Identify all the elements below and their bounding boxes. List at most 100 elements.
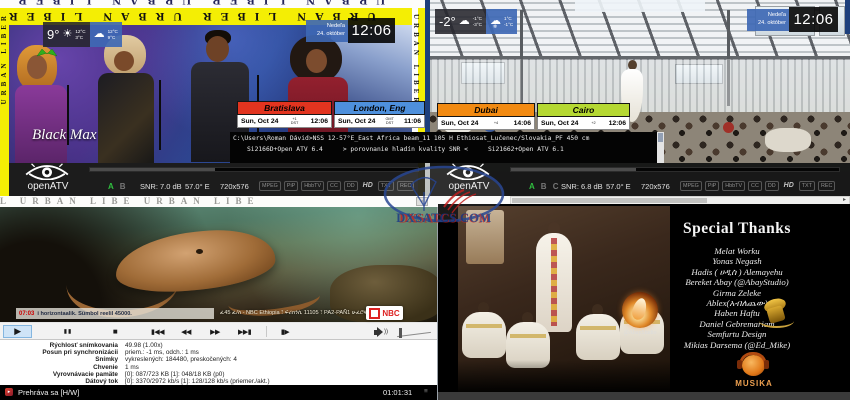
urban-strip-left: URBAN LIBER [0, 8, 9, 207]
musika-ear-right [764, 360, 769, 369]
performer-body [15, 85, 67, 163]
blackmax-channel-logo [36, 48, 58, 57]
performer-head [306, 49, 327, 73]
stat-label: Chvenie [0, 364, 125, 371]
city-time: 11:06 [404, 118, 421, 125]
player-toolbar: ▶ ▮▮ ■ ▮◀◀ ◀◀ ▶▶ ▶▶▮ ▮▶ )) [0, 322, 437, 340]
panel-openatv-left: URBAN LIBER URBAN LIBER URBAN LIBER URBA… [0, 0, 425, 207]
weekday: Nedeľa [750, 11, 786, 19]
badge-hbbtv: HbbTV [301, 181, 324, 191]
weekday: Nedeľa [309, 22, 345, 30]
musika-logo: MUSIKA [726, 352, 782, 394]
city-date: Sun, Oct 24 [441, 120, 478, 127]
city-name: Bratislava [237, 101, 332, 115]
tuner-indicators: A B C [529, 182, 561, 191]
play-button[interactable]: ▶ [3, 325, 32, 338]
orbital-position: 57.0° E [185, 182, 210, 191]
screenshot-root: URBAN LIBER URBAN LIBER URBAN LIBER URBA… [0, 0, 850, 400]
audience-group-white [765, 128, 811, 152]
sun-icon: ☀ [62, 29, 72, 40]
seated-woman-white [462, 302, 506, 360]
channel-title: Black Max [32, 127, 97, 144]
badge-dolby: DD [765, 181, 779, 191]
tz-dst: DST [385, 121, 393, 125]
tz-dst: DST [291, 121, 299, 125]
volume-speaker-icon[interactable]: )) [374, 327, 388, 337]
orbital-position: 57.0° E [606, 182, 631, 191]
volume-slider[interactable] [397, 332, 431, 337]
badge-hd: HD [782, 182, 796, 190]
performer-1 [15, 45, 75, 163]
panel-credits: Special Thanks Melat Worku Yonas Negash … [438, 204, 850, 400]
musika-headphones [739, 352, 767, 365]
stat-value: 1 ms [125, 364, 139, 371]
temp-now: 9° [47, 27, 59, 42]
scrollbar-strip[interactable] [845, 0, 850, 34]
window-edge-strip [425, 0, 430, 133]
city-date-row: Sun, Oct 24 +2 12:06 [537, 117, 630, 130]
city-date-row: Sun, Oct 24 +4 14:06 [437, 117, 535, 130]
badge-cc: CC [748, 181, 762, 191]
rewind-button[interactable]: ◀◀ [174, 325, 198, 338]
city-date-row: Sun, Oct 24 GMT DST 11:06 [334, 115, 425, 128]
bottom-taskbar-strip [438, 392, 850, 400]
tz-offset: +2 [591, 121, 595, 125]
hall-skylight [575, 0, 705, 12]
infobar-left: openATV A B SNR: 7.0 dB 57.0° E 720x576 … [9, 163, 425, 196]
credit-name: Hadis ( ሀዲስ ) Alemayehu [634, 267, 840, 277]
stat-label: Snímky [0, 356, 125, 363]
speaker-waves: )) [384, 329, 388, 335]
console-scrollbar[interactable] [657, 132, 664, 163]
console-scrollbar-thumb[interactable] [658, 133, 663, 142]
snr-value: SNR: 7.0 dB [140, 182, 182, 191]
fast-forward-button[interactable]: ▶▶ [203, 325, 227, 338]
city-bar-cairo: Cairo Sun, Oct 24 +2 12:06 [537, 103, 630, 130]
weather-widget: 9° ☀ 12°C 3°C ☁ 12°C 9°C [43, 22, 122, 47]
abaystudio-logo [622, 292, 658, 328]
tuner-c: C [553, 182, 561, 191]
command-prompt-window: C:\Users\Roman Dávid>NSS 12-57°E_East Af… [230, 132, 664, 163]
credit-name: Girma Zeleke [634, 288, 840, 298]
robe-trim [466, 324, 502, 328]
credits-title: Special Thanks [644, 220, 830, 238]
badge-hbbtv: HbbTV [722, 181, 745, 191]
stat-label: Vyrovnávacie pamäte [0, 371, 125, 378]
credit-name: Daniel Gebremariam [634, 319, 840, 329]
tz-offset: +4 [494, 121, 498, 125]
previous-button[interactable]: ▮◀◀ [145, 325, 170, 338]
cloud-icon: ☁ [459, 16, 470, 27]
next-button[interactable]: ▶▶▮ [232, 325, 257, 338]
badge-dolby: DD [344, 181, 358, 191]
openatv-brand: openATV [13, 181, 83, 192]
tuner-b: B [541, 182, 549, 191]
console-tuner-left: Si2166D+Open ATV 6.4 [247, 146, 323, 153]
date-widget: Nedeľa 24. október [306, 20, 348, 42]
ticker-chip: 07:03 i horizontaalik. Sümbol reelil 450… [16, 308, 214, 319]
event-progress [89, 167, 419, 172]
nbc-logo-text: NBC [382, 309, 399, 318]
stop-button[interactable]: ■ [103, 325, 127, 338]
white-robe [576, 314, 620, 360]
scrollbar-thumb[interactable] [512, 198, 707, 203]
badge-mpeg: MPEG [680, 181, 702, 191]
frame-step-button[interactable]: ▮▶ [273, 325, 297, 338]
city-timezone: +2 [591, 121, 595, 125]
stat-row: Rýchlosť snímkovania 49.98 (1.00x) [0, 342, 437, 349]
city-timezone: +4 [494, 121, 498, 125]
city-name: London, Eng [334, 101, 425, 115]
city-date: Sun, Oct 24 [541, 120, 578, 127]
audience-person [723, 122, 734, 133]
octopus-eye [196, 249, 203, 254]
volume-knob[interactable] [399, 328, 402, 338]
stat-value: [0]: 087/723 KB [1]: 048/18 KB (p0) [125, 371, 224, 378]
sun-minmax: 12°C 3°C [75, 29, 85, 40]
toolbar-separator [266, 326, 267, 337]
credit-name: Haben Haftu [634, 308, 840, 318]
scrollbar-arrow-right[interactable]: ▸ [840, 197, 849, 204]
broadcast-ticker: 07:03 i horizontaalik. Sümbol reelil 450… [0, 305, 437, 322]
stat-value: priem.: -1 ms, odch.: 1 ms [125, 349, 199, 356]
city-timezone: GMT DST [385, 117, 393, 125]
pause-button[interactable]: ▮▮ [56, 325, 80, 338]
city-date-row: Sun, Oct 24 +1 DST 12:06 [237, 115, 332, 128]
cloud-minmax: 12°C 9°C [108, 29, 118, 40]
